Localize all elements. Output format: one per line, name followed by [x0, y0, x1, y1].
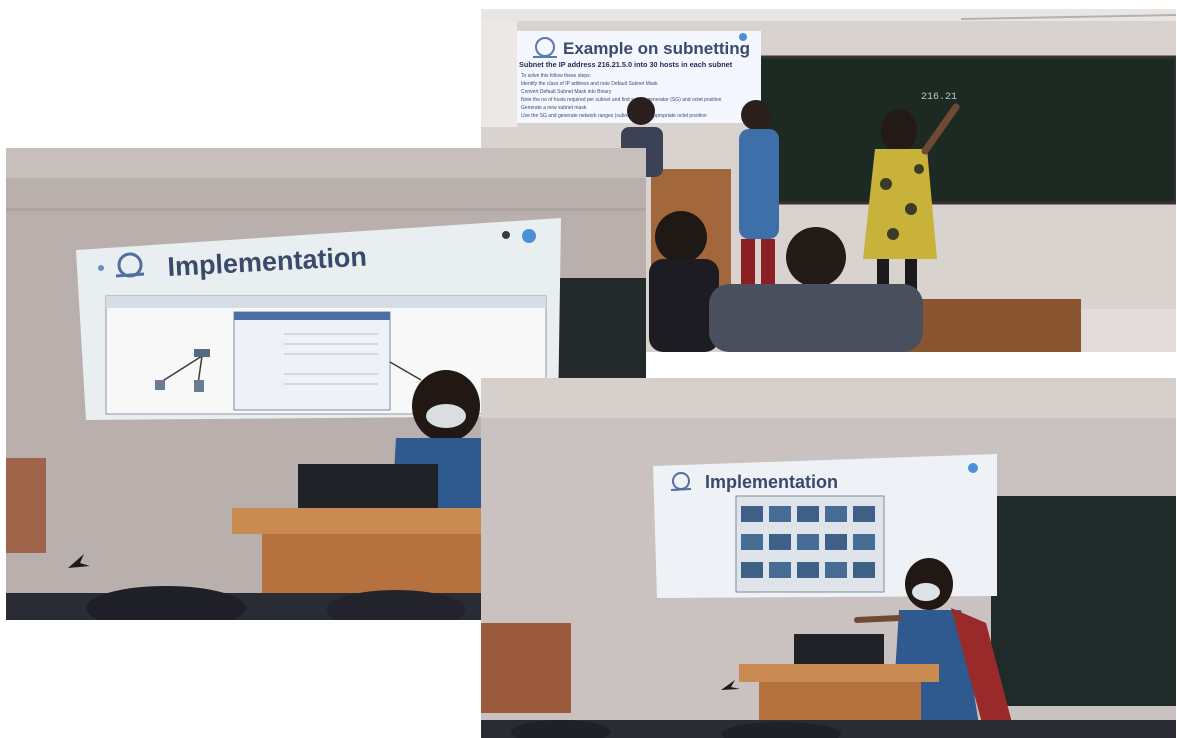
slide-line: To solve this follow these steps: — [521, 73, 591, 79]
slide-title: Example on subnetting — [563, 39, 750, 58]
pc-icon — [155, 380, 165, 390]
slide-line: Use the SG and generate network ranges (… — [521, 113, 707, 119]
laptop — [298, 464, 438, 508]
podium-top — [739, 664, 939, 682]
laptop — [794, 634, 884, 664]
slide-line: Note the no of hosts required per subnet… — [521, 97, 722, 103]
config-dialog — [233, 311, 391, 411]
device-grid — [741, 506, 875, 578]
server-icon — [194, 380, 204, 392]
slide-subtitle: Subnet the IP address 216.21.5.0 into 30… — [519, 60, 733, 69]
slide-title: Implementation — [705, 472, 838, 492]
slide-line: Convert Default Subnet Mask into Binary — [521, 89, 612, 95]
chalk-writing: 216.21 — [921, 92, 957, 103]
switch-icon — [194, 349, 210, 357]
photo-implementation-devices: Implementation — [481, 378, 1176, 738]
slide-line: Identify the class of IP address and not… — [521, 81, 658, 87]
chalkboard — [751, 57, 1176, 203]
chalkboard — [991, 496, 1176, 706]
photo-implementation-devices-scene: Implementation — [481, 378, 1176, 738]
slide-line: Generate a new subnet mask — [521, 105, 587, 111]
